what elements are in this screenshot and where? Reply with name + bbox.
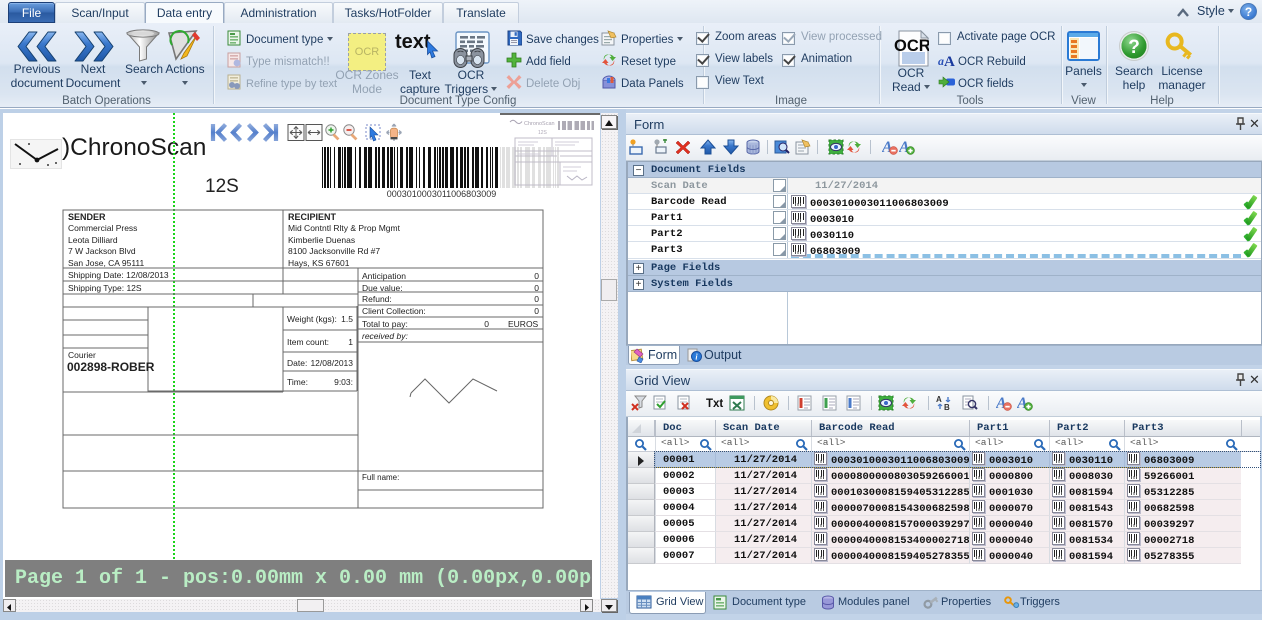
svg-text:A: A: [944, 54, 955, 68]
svg-text:OCR: OCR: [894, 37, 929, 55]
svg-text:B: B: [944, 403, 950, 411]
svg-text:?: ?: [1128, 37, 1140, 58]
svg-text:Txt: Txt: [706, 398, 723, 410]
svg-text:A: A: [936, 395, 942, 404]
